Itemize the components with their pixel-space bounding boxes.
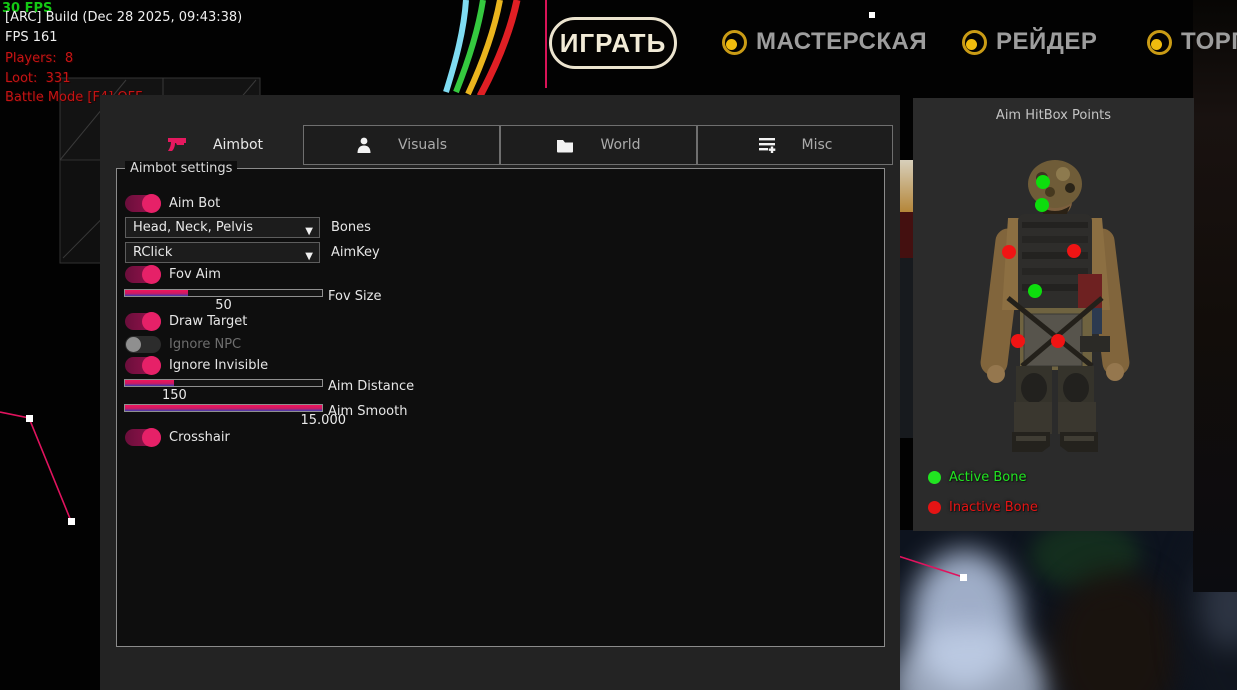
crosshair-toggle[interactable]: [125, 429, 161, 446]
aim-distance-label: Aim Distance: [328, 379, 414, 394]
hitbox-point-right-hip[interactable]: [1051, 334, 1065, 348]
aim-bot-toggle[interactable]: [125, 195, 161, 212]
legend-active-bone: Active Bone: [928, 470, 1026, 485]
bones-label: Bones: [331, 220, 371, 235]
crosshair-label: Crosshair: [169, 430, 230, 445]
game-world-gap-strip: [898, 160, 913, 212]
active-bone-label: Active Bone: [949, 470, 1026, 485]
ignore-invisible-toggle[interactable]: [125, 357, 161, 374]
tab-misc[interactable]: Misc: [697, 125, 893, 165]
coin-icon: [1147, 30, 1172, 55]
legend-inactive-bone: Inactive Bone: [928, 500, 1038, 515]
active-bone-dot: [928, 471, 941, 484]
fov-size-slider[interactable]: [124, 289, 323, 297]
hitbox-point-neck[interactable]: [1035, 198, 1049, 212]
hitbox-point-left-shoulder[interactable]: [1002, 245, 1016, 259]
folder-icon: [556, 138, 574, 153]
inactive-bone-label: Inactive Bone: [949, 500, 1038, 515]
aimkey-dropdown[interactable]: RClick ▼: [125, 242, 320, 263]
hud-build-info: [ARC] Build (Dec 28 2025, 09:43:38): [5, 10, 242, 25]
person-icon: [356, 137, 372, 154]
hitbox-point-head[interactable]: [1036, 175, 1050, 189]
game-world-bottom-right: [900, 530, 1237, 690]
tab-visuals[interactable]: Visuals: [303, 125, 500, 165]
aim-smooth-label: Aim Smooth: [328, 404, 407, 419]
aim-bot-label: Aim Bot: [169, 196, 220, 211]
hitbox-point-left-hip[interactable]: [1011, 334, 1025, 348]
fov-size-label: Fov Size: [328, 289, 381, 304]
chevron-down-icon: ▼: [305, 222, 313, 241]
hud-loot: Loot: 331: [5, 71, 70, 86]
play-button[interactable]: ИГРАТЬ: [549, 17, 677, 69]
ignore-invisible-label: Ignore Invisible: [169, 358, 268, 373]
aimkey-dropdown-value: RClick: [133, 245, 172, 260]
aim-distance-slider[interactable]: [124, 379, 323, 387]
game-world-gap-strip2: [898, 212, 913, 258]
nav-item-trader[interactable]: ТОРГО: [1147, 28, 1237, 56]
tab-aimbot[interactable]: Aimbot: [130, 125, 300, 165]
chevron-down-icon: ▼: [305, 247, 313, 266]
bones-dropdown-value: Head, Neck, Pelvis: [133, 220, 253, 235]
draw-target-toggle[interactable]: [125, 313, 161, 330]
tab-world[interactable]: World: [500, 125, 697, 165]
game-world-gap-strip3: [898, 258, 913, 438]
aim-distance-value: 150: [162, 388, 187, 403]
ignore-npc-label: Ignore NPC: [169, 337, 241, 352]
aim-smooth-value: 15.000: [124, 413, 346, 428]
nav-item-label: РЕЙДЕР: [996, 28, 1097, 56]
coin-icon: [722, 30, 747, 55]
tracer-vertical-line: [545, 0, 547, 88]
nav-item-raider[interactable]: РЕЙДЕР: [962, 28, 1097, 56]
hitbox-point-right-shoulder[interactable]: [1067, 244, 1081, 258]
game-screen: 30 FPS [ARC] Build (Dec 28 2025, 09:43:3…: [0, 0, 1237, 690]
fov-aim-toggle[interactable]: [125, 266, 161, 283]
tab-label: Visuals: [398, 137, 447, 153]
bones-dropdown[interactable]: Head, Neck, Pelvis ▼: [125, 217, 320, 238]
hud-fps: FPS 161: [5, 30, 58, 45]
nav-item-label: ТОРГО: [1181, 28, 1237, 56]
aimkey-label: AimKey: [331, 245, 380, 260]
nav-item-label: МАСТЕРСКАЯ: [756, 28, 927, 56]
cheat-menu-window: Aimbot Visuals World Misc: [100, 95, 900, 690]
hitbox-dots: [913, 98, 1194, 531]
aimbot-settings-group: Aimbot settings Aim Bot Head, Neck, Pelv…: [116, 168, 885, 647]
list-add-icon: [758, 137, 776, 153]
tab-label: Misc: [802, 137, 833, 153]
fov-size-value: 50: [124, 298, 323, 313]
rainbow-trail: [428, 0, 558, 96]
hitbox-point-pelvis[interactable]: [1028, 284, 1042, 298]
inactive-bone-dot: [928, 501, 941, 514]
ignore-npc-toggle[interactable]: [125, 336, 161, 353]
fov-aim-label: Fov Aim: [169, 267, 221, 282]
tab-label: Aimbot: [213, 137, 263, 153]
coin-icon: [962, 30, 987, 55]
aim-smooth-slider[interactable]: [124, 404, 323, 412]
aim-hitbox-panel: Aim HitBox Points: [913, 98, 1194, 531]
game-world-right-strip: [1193, 0, 1237, 592]
hud-players: Players: 8: [5, 51, 73, 66]
draw-target-label: Draw Target: [169, 314, 247, 329]
group-title: Aimbot settings: [125, 161, 237, 176]
pistol-icon: [167, 136, 187, 154]
tab-label: World: [600, 137, 640, 153]
nav-item-workshop[interactable]: МАСТЕРСКАЯ: [722, 28, 927, 56]
